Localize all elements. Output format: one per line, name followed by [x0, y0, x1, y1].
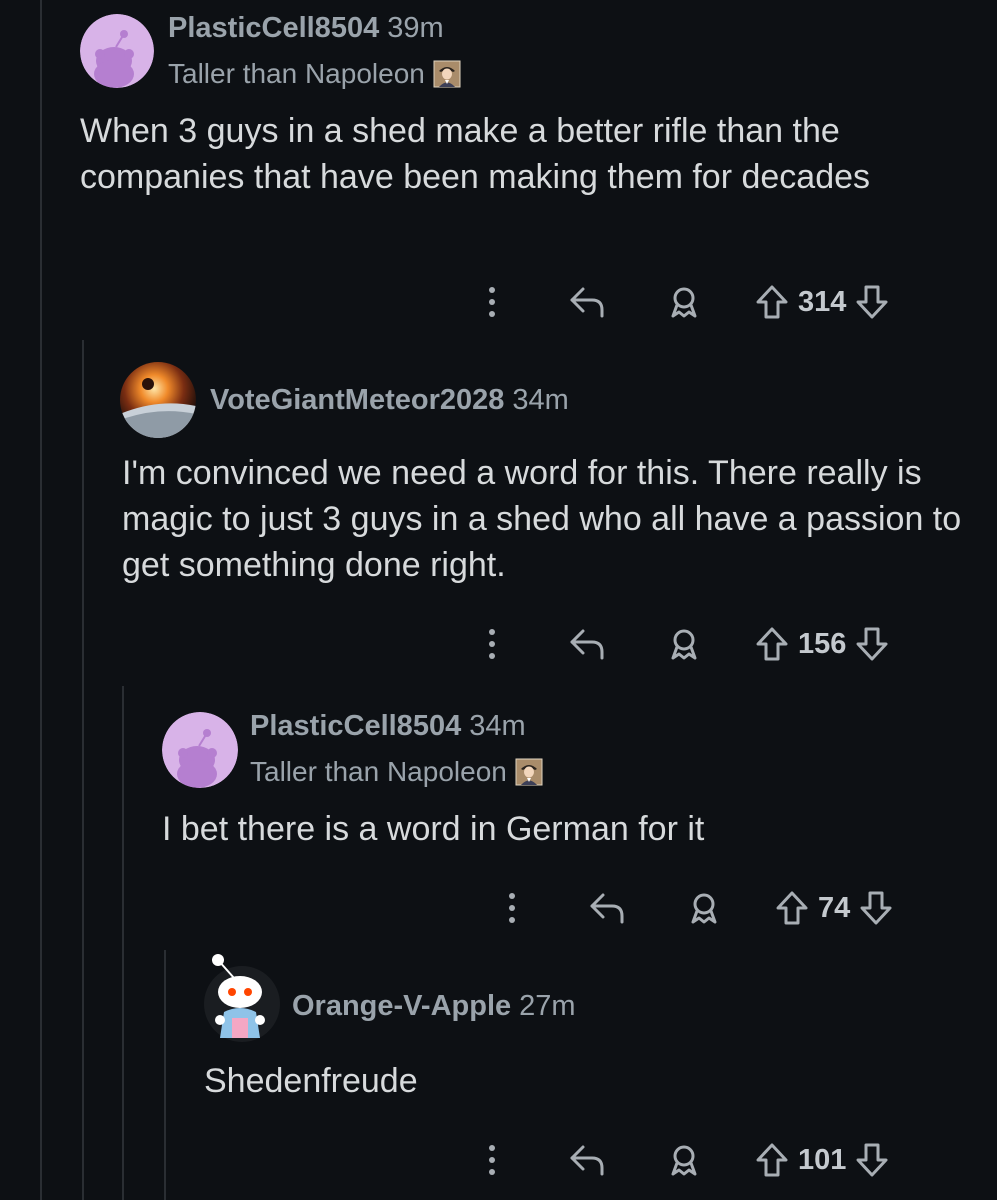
- username[interactable]: PlasticCell8504: [250, 710, 461, 742]
- comment-actions: 101: [470, 1138, 892, 1182]
- comment-author[interactable]: Orange-V-Apple 27m: [292, 990, 576, 1023]
- user-flair: Taller than Napoleon: [250, 756, 543, 788]
- username[interactable]: PlasticCell8504: [168, 12, 379, 44]
- reply-icon[interactable]: [566, 1142, 610, 1178]
- award-icon[interactable]: [682, 890, 726, 926]
- comment-body: Shedenfreude: [204, 1062, 418, 1100]
- award-icon[interactable]: [662, 626, 706, 662]
- comment-body: I bet there is a word in German for it: [162, 810, 705, 848]
- more-options-icon[interactable]: [470, 1143, 514, 1177]
- username[interactable]: VoteGiantMeteor2028: [210, 384, 504, 416]
- flair-text: Taller than Napoleon: [250, 756, 507, 787]
- award-icon[interactable]: [662, 1142, 706, 1178]
- comment-time: 39m: [387, 12, 444, 44]
- upvote-icon[interactable]: [752, 626, 792, 662]
- more-options-icon[interactable]: [470, 285, 514, 319]
- upvote-icon[interactable]: [752, 1142, 792, 1178]
- avatar[interactable]: [120, 362, 196, 438]
- vote-count: 74: [818, 891, 851, 924]
- thread-line-depth-3[interactable]: [164, 950, 166, 1200]
- user-flair: Taller than Napoleon: [168, 58, 461, 90]
- comment-author[interactable]: VoteGiantMeteor2028 34m: [210, 384, 569, 417]
- reply-icon[interactable]: [566, 284, 610, 320]
- downvote-icon[interactable]: [852, 284, 892, 320]
- avatar[interactable]: [204, 946, 280, 1042]
- vote-count: 156: [798, 627, 847, 660]
- comment-body: When 3 guys in a shed make a better rifl…: [80, 112, 871, 196]
- downvote-icon[interactable]: [856, 890, 896, 926]
- comment-time: 34m: [469, 710, 526, 742]
- flair-text: Taller than Napoleon: [168, 58, 425, 89]
- comment-author[interactable]: PlasticCell8504 39m: [168, 12, 444, 45]
- comment-actions: 314: [470, 280, 892, 324]
- napoleon-flair-icon: [515, 758, 543, 786]
- award-icon[interactable]: [662, 284, 706, 320]
- avatar[interactable]: [80, 14, 154, 88]
- upvote-icon[interactable]: [772, 890, 812, 926]
- comment-author[interactable]: PlasticCell8504 34m: [250, 710, 526, 743]
- vote-count: 314: [798, 285, 847, 318]
- comment-actions: 156: [470, 622, 892, 666]
- thread-line-depth-0[interactable]: [40, 0, 42, 1200]
- reply-icon[interactable]: [586, 890, 630, 926]
- comment-time: 27m: [519, 990, 576, 1022]
- reply-icon[interactable]: [566, 626, 610, 662]
- napoleon-flair-icon: [433, 60, 461, 88]
- comment-actions: 74: [490, 886, 896, 930]
- more-options-icon[interactable]: [470, 627, 514, 661]
- comment-time: 34m: [512, 384, 569, 416]
- comment-body: I'm convinced we need a word for this. T…: [122, 454, 962, 584]
- username[interactable]: Orange-V-Apple: [292, 990, 511, 1022]
- thread-line-depth-1[interactable]: [82, 340, 84, 1200]
- avatar[interactable]: [162, 712, 238, 788]
- downvote-icon[interactable]: [852, 1142, 892, 1178]
- vote-count: 101: [798, 1143, 847, 1176]
- thread-line-depth-2[interactable]: [122, 686, 124, 1200]
- upvote-icon[interactable]: [752, 284, 792, 320]
- more-options-icon[interactable]: [490, 891, 534, 925]
- downvote-icon[interactable]: [852, 626, 892, 662]
